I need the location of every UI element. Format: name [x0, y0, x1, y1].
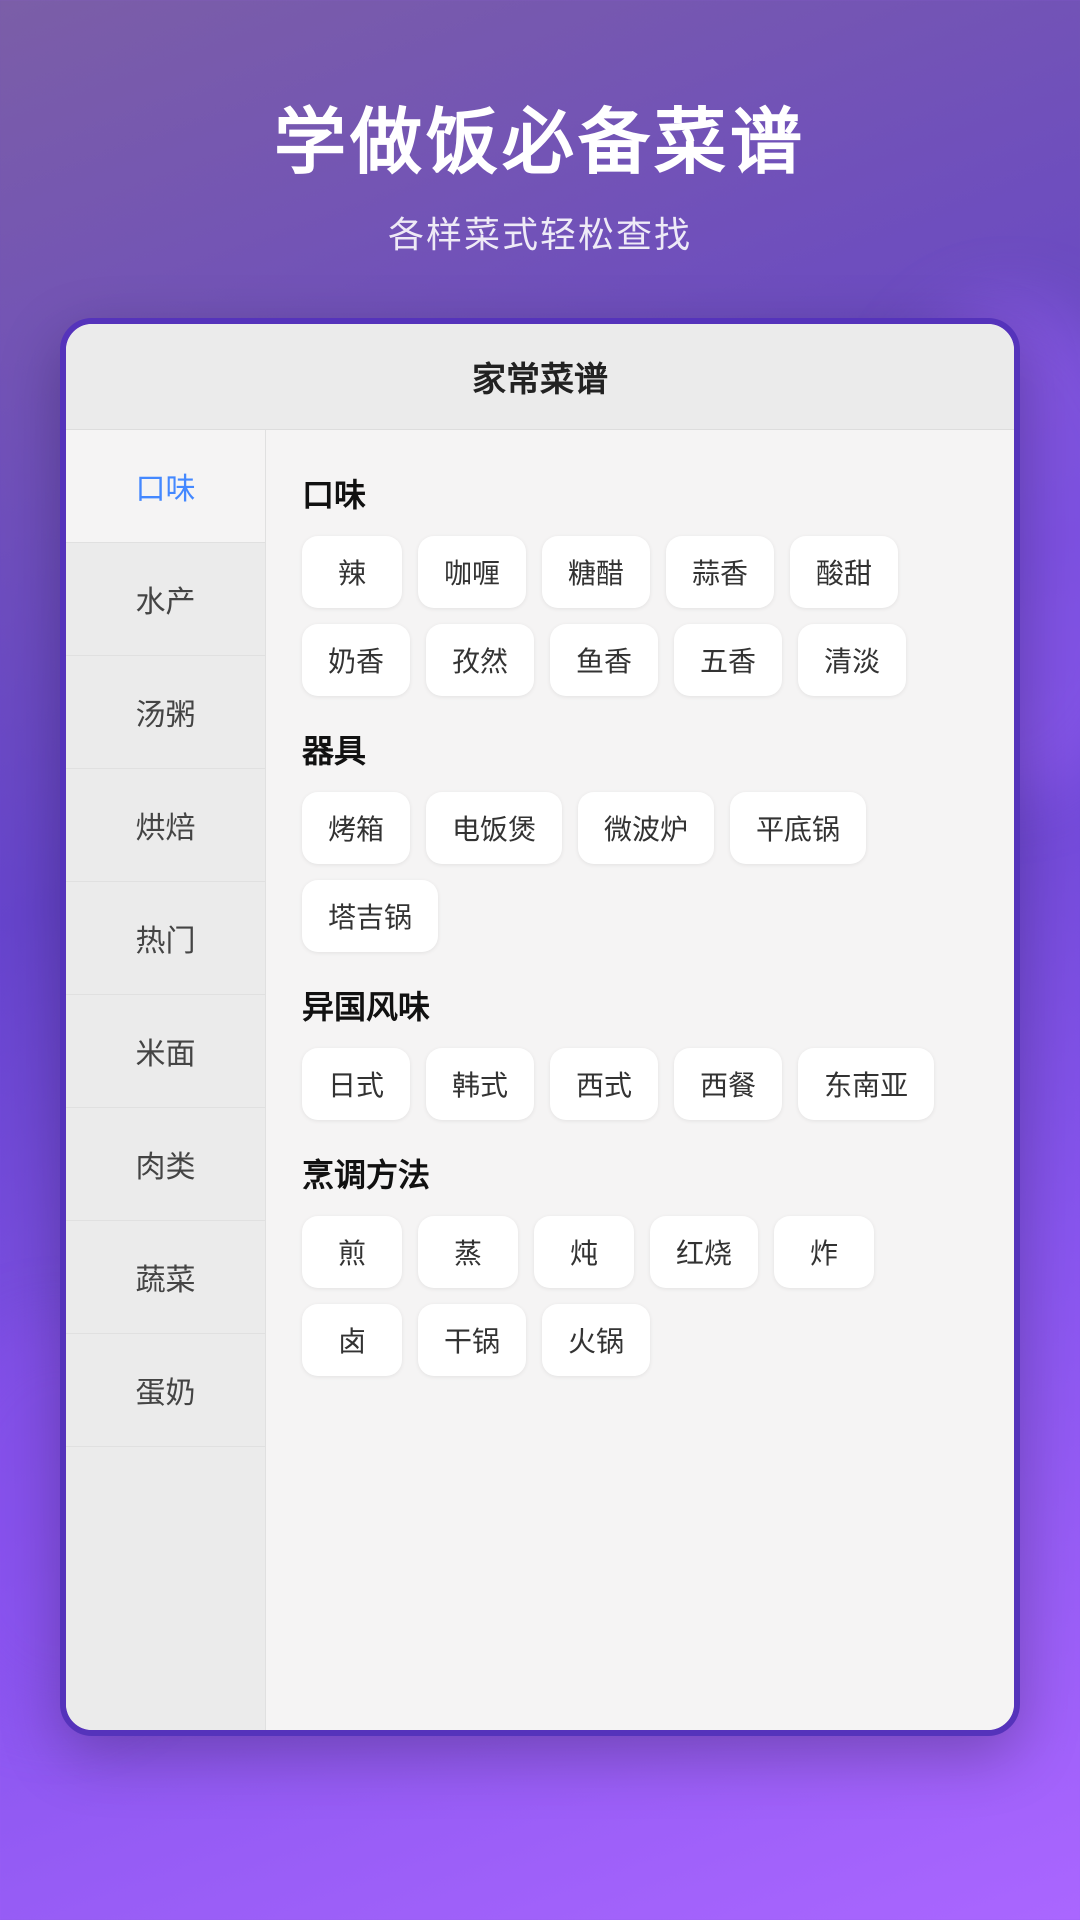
- tag-3-4[interactable]: 炸: [774, 1216, 874, 1288]
- section-2: 异国风味日式韩式西式西餐东南亚: [302, 982, 984, 1120]
- tag-2-1[interactable]: 韩式: [426, 1048, 534, 1120]
- content-area: 口味辣咖喱糖醋蒜香酸甜奶香孜然鱼香五香清淡器具烤箱电饭煲微波炉平底锅塔吉锅异国风…: [266, 430, 1014, 1730]
- section-3: 烹调方法煎蒸炖红烧炸卤干锅火锅: [302, 1150, 984, 1376]
- tags-group-2: 日式韩式西式西餐东南亚: [302, 1048, 984, 1120]
- tag-3-0[interactable]: 煎: [302, 1216, 402, 1288]
- tag-1-1[interactable]: 电饭煲: [426, 792, 562, 864]
- tag-2-0[interactable]: 日式: [302, 1048, 410, 1120]
- sidebar-item-3[interactable]: 烘焙: [66, 769, 265, 882]
- tag-0-7[interactable]: 鱼香: [550, 624, 658, 696]
- tags-group-1: 烤箱电饭煲微波炉平底锅塔吉锅: [302, 792, 984, 952]
- tag-3-3[interactable]: 红烧: [650, 1216, 758, 1288]
- tag-0-2[interactable]: 糖醋: [542, 536, 650, 608]
- tag-0-6[interactable]: 孜然: [426, 624, 534, 696]
- tag-3-2[interactable]: 炖: [534, 1216, 634, 1288]
- tag-0-5[interactable]: 奶香: [302, 624, 410, 696]
- card-body: 口味水产汤粥烘焙热门米面肉类蔬菜蛋奶 口味辣咖喱糖醋蒜香酸甜奶香孜然鱼香五香清淡…: [66, 430, 1014, 1730]
- tag-0-3[interactable]: 蒜香: [666, 536, 774, 608]
- sidebar-item-5[interactable]: 米面: [66, 995, 265, 1108]
- tag-2-2[interactable]: 西式: [550, 1048, 658, 1120]
- tag-3-6[interactable]: 干锅: [418, 1304, 526, 1376]
- sidebar-item-8[interactable]: 蛋奶: [66, 1334, 265, 1447]
- tag-0-1[interactable]: 咖喱: [418, 536, 526, 608]
- tag-3-5[interactable]: 卤: [302, 1304, 402, 1376]
- main-subtitle: 各样菜式轻松查找: [274, 206, 806, 258]
- sidebar-item-4[interactable]: 热门: [66, 882, 265, 995]
- section-1: 器具烤箱电饭煲微波炉平底锅塔吉锅: [302, 726, 984, 952]
- section-title-0: 口味: [302, 470, 984, 516]
- section-title-2: 异国风味: [302, 982, 984, 1028]
- sidebar-item-6[interactable]: 肉类: [66, 1108, 265, 1221]
- tags-group-3: 煎蒸炖红烧炸卤干锅火锅: [302, 1216, 984, 1376]
- main-title: 学做饭必备菜谱: [274, 100, 806, 186]
- recipe-card: 家常菜谱 口味水产汤粥烘焙热门米面肉类蔬菜蛋奶 口味辣咖喱糖醋蒜香酸甜奶香孜然鱼…: [60, 318, 1020, 1736]
- tag-1-4[interactable]: 塔吉锅: [302, 880, 438, 952]
- tags-group-0: 辣咖喱糖醋蒜香酸甜奶香孜然鱼香五香清淡: [302, 536, 984, 696]
- tag-1-0[interactable]: 烤箱: [302, 792, 410, 864]
- sidebar-item-2[interactable]: 汤粥: [66, 656, 265, 769]
- tag-0-4[interactable]: 酸甜: [790, 536, 898, 608]
- tag-1-2[interactable]: 微波炉: [578, 792, 714, 864]
- sidebar-item-7[interactable]: 蔬菜: [66, 1221, 265, 1334]
- tag-0-0[interactable]: 辣: [302, 536, 402, 608]
- tag-3-1[interactable]: 蒸: [418, 1216, 518, 1288]
- tag-2-3[interactable]: 西餐: [674, 1048, 782, 1120]
- tag-0-9[interactable]: 清淡: [798, 624, 906, 696]
- tag-2-4[interactable]: 东南亚: [798, 1048, 934, 1120]
- category-sidebar: 口味水产汤粥烘焙热门米面肉类蔬菜蛋奶: [66, 430, 266, 1730]
- section-title-3: 烹调方法: [302, 1150, 984, 1196]
- section-0: 口味辣咖喱糖醋蒜香酸甜奶香孜然鱼香五香清淡: [302, 470, 984, 696]
- tag-1-3[interactable]: 平底锅: [730, 792, 866, 864]
- sidebar-item-0[interactable]: 口味: [66, 430, 265, 543]
- tag-0-8[interactable]: 五香: [674, 624, 782, 696]
- app-header: 学做饭必备菜谱 各样菜式轻松查找: [274, 100, 806, 258]
- section-title-1: 器具: [302, 726, 984, 772]
- tag-3-7[interactable]: 火锅: [542, 1304, 650, 1376]
- card-title: 家常菜谱: [66, 324, 1014, 430]
- sidebar-item-1[interactable]: 水产: [66, 543, 265, 656]
